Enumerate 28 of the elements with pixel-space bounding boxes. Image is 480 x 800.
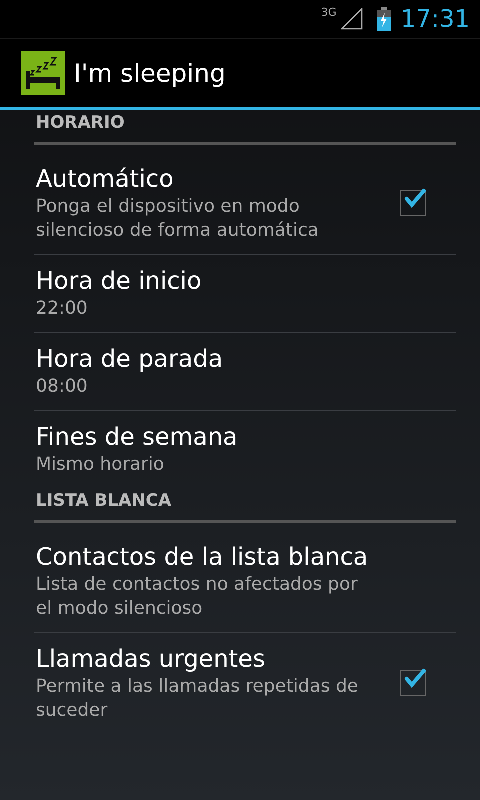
preference-title: Automático (36, 164, 175, 195)
checkbox[interactable] (400, 670, 426, 696)
preference-item[interactable]: Automático Ponga el dispositivo en modo silencioso de forma automática (36, 153, 456, 254)
preference-summary: Mismo horario (36, 453, 166, 477)
section-header: HORARIO (36, 112, 126, 135)
preference-title: Hora de parada (36, 344, 224, 375)
preference-title: Hora de inicio (36, 266, 203, 297)
preference-title: Contactos de la lista blanca (36, 542, 370, 573)
checkbox[interactable] (400, 190, 426, 216)
preference-item[interactable]: Contactos de la lista blanca Lista de contactos no afectados por el modo silencioso (36, 531, 456, 632)
preference-item[interactable]: Hora de inicio 22:00 (36, 255, 456, 332)
app-title: I'm sleeping (74, 58, 226, 88)
preference-summary: 08:00 (36, 375, 89, 399)
preference-summary: 22:00 (36, 297, 89, 321)
preference-summary: Lista de contactos no afectados por el modo silencioso (36, 573, 359, 621)
preference-item[interactable]: Llamadas urgentes Permite a las llamadas repetidas de suceder (36, 633, 456, 734)
bed-icon (21, 51, 65, 95)
network-label: 3G (321, 6, 337, 19)
clock: 17:31 (400, 5, 470, 33)
preference-item[interactable]: Hora de parada 08:00 (36, 333, 456, 410)
battery-icon (376, 7, 391, 31)
preference-item[interactable]: Fines de semana Mismo horario (36, 411, 456, 488)
section-header: LISTA BLANCA (36, 490, 173, 513)
preference-title: Fines de semana (36, 422, 239, 453)
preference-summary: Permite a las llamadas repetidas de suceder (36, 675, 360, 723)
signal-icon (340, 8, 363, 30)
preference-summary: Ponga el dispositivo en modo silencioso de forma automática (36, 195, 320, 243)
preference-title: Llamadas urgentes (36, 644, 266, 675)
